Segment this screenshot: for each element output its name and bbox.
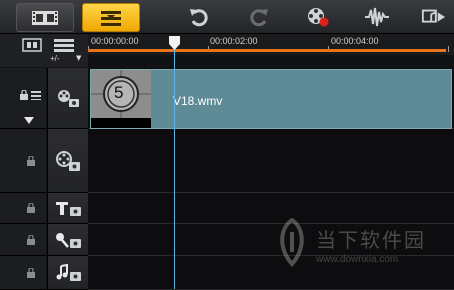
video-track-icon — [58, 90, 79, 107]
music-track-controls — [0, 256, 46, 290]
countdown-number: 5 — [114, 83, 124, 102]
overlay-track-lane[interactable] — [88, 129, 454, 193]
main-toolbar — [0, 0, 454, 34]
microphone-track-icon — [56, 232, 81, 248]
ripple-edit-icon[interactable] — [31, 90, 41, 100]
video-clip[interactable]: 5 V18.wmv — [90, 69, 452, 129]
watermark-logo — [280, 218, 304, 268]
lock-icon[interactable] — [19, 90, 29, 100]
lock-icon[interactable] — [26, 267, 36, 278]
title-track-header[interactable] — [47, 193, 89, 224]
project-duration-bar — [88, 49, 446, 52]
overlay-track-header[interactable] — [47, 129, 89, 193]
watermark-url: www.downxia.com — [316, 254, 399, 265]
auto-music-button[interactable] — [421, 3, 447, 30]
ruler-time-1: 00:00:02:00 — [210, 36, 258, 46]
voice-track-controls — [0, 224, 46, 256]
lock-icon[interactable] — [26, 203, 36, 213]
redo-icon — [250, 8, 268, 26]
music-stack-icon — [421, 9, 446, 23]
redo-button[interactable] — [246, 3, 272, 30]
playhead-scrubber[interactable] — [169, 36, 180, 50]
collapse-arrow-icon[interactable] — [24, 117, 34, 124]
video-track-controls — [0, 68, 46, 129]
film-reel-record-icon — [308, 7, 329, 26]
watermark-text: 当下软件园 — [316, 228, 426, 252]
music-note-track-icon — [56, 263, 81, 281]
watermark: 当下软件园 www.downxia.com — [270, 214, 450, 274]
overlay-track-icon — [56, 150, 80, 171]
list-view-icon[interactable] — [53, 38, 75, 52]
timeline-icon — [101, 10, 121, 26]
overlay-track-controls — [0, 129, 46, 193]
voice-track-header[interactable] — [47, 224, 89, 256]
waveform-icon — [365, 7, 389, 26]
timeline-view-button[interactable] — [82, 3, 140, 32]
ruler-time-0: 00:00:00:00 — [91, 36, 139, 46]
lock-icon[interactable] — [26, 234, 36, 245]
track-view-icon[interactable] — [22, 38, 42, 52]
storyboard-view-button[interactable] — [16, 3, 74, 32]
video-track-header[interactable] — [47, 68, 89, 129]
music-track-header[interactable] — [47, 256, 89, 290]
title-track-controls — [0, 193, 46, 224]
ruler-time-2: 00:00:04:00 — [331, 36, 379, 46]
clip-thumbnail: 5 — [91, 70, 151, 128]
undo-button[interactable] — [186, 3, 212, 30]
playhead-line — [174, 44, 175, 289]
clip-filename: V18.wmv — [173, 94, 223, 108]
film-strip-icon — [32, 10, 58, 25]
track-manager-header: +/- ▼ — [0, 34, 88, 67]
title-track-icon — [56, 202, 81, 216]
record-capture-button[interactable] — [305, 3, 331, 30]
add-remove-dropdown-icon[interactable]: ▼ — [76, 54, 81, 62]
add-remove-tracks-button[interactable]: +/- — [50, 54, 60, 63]
audio-mixer-button[interactable] — [364, 3, 390, 30]
undo-icon — [190, 8, 208, 26]
lock-icon[interactable] — [26, 155, 36, 166]
